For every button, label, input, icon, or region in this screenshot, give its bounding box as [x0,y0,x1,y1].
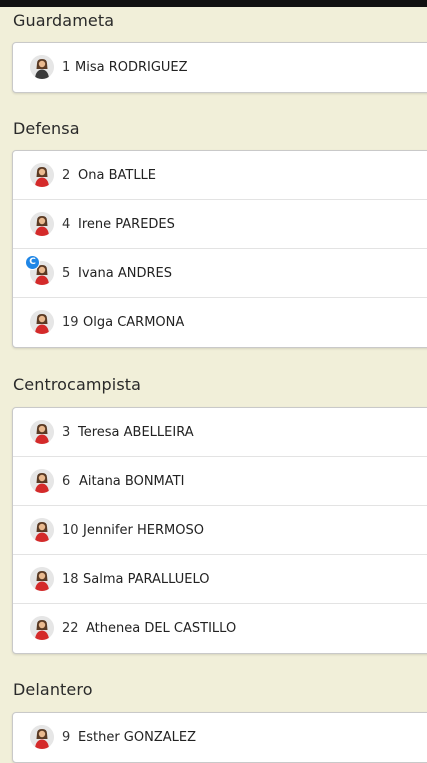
player-row[interactable]: 4 Irene PAREDES [13,200,427,249]
player-avatar [30,616,54,640]
player-avatar [30,55,54,79]
player-photo-icon [30,55,54,79]
player-row[interactable]: 1 Misa RODRIGUEZ [13,43,427,92]
player-row[interactable]: 6 Aitana BONMATI [13,457,427,506]
player-photo-icon [30,212,54,236]
player-name: Ona BATLLE [78,167,157,183]
player-photo-icon [30,518,54,542]
player-avatar [30,567,54,591]
player-name: Irene PAREDES [78,216,175,232]
player-row[interactable]: 22 Athenea DEL CASTILLO [13,604,427,653]
player-avatar [30,310,54,334]
player-avatar [30,725,54,749]
player-avatar [30,518,54,542]
player-number: 9 [62,730,71,745]
player-avatar [30,163,54,187]
player-number: 18 [62,571,79,587]
player-number: 1 [62,60,71,75]
player-photo-icon [30,469,54,493]
player-number: 2 [62,167,71,183]
player-photo-icon [30,163,54,187]
player-number: 6 [62,473,71,489]
player-row[interactable]: 9 Esther GONZALEZ [13,713,427,762]
top-status-bar [0,0,427,7]
section-title-forward: Delantero [13,680,93,699]
player-photo-icon [30,310,54,334]
player-number: 19 [62,315,79,330]
player-name: Teresa ABELLEIRA [78,424,194,440]
player-number: 4 [62,216,71,232]
player-name: Ivana ANDRES [78,265,172,281]
player-name: Misa RODRIGUEZ [75,60,188,75]
player-photo-icon [30,567,54,591]
player-name: Esther GONZALEZ [78,730,196,745]
section-title-goalkeeper: Guardameta [13,11,115,30]
player-name: Jennifer HERMOSO [83,522,204,538]
section-title-midfield: Centrocampista [13,375,142,394]
goalkeeper-card: 1 Misa RODRIGUEZ [12,42,427,93]
player-row[interactable]: C 5 Ivana ANDRES [13,249,427,298]
player-number: 10 [62,522,79,538]
forward-card: 9 Esther GONZALEZ [12,712,427,763]
captain-badge-icon: C [25,255,40,270]
player-name: Athenea DEL CASTILLO [86,621,237,636]
player-name: Aitana BONMATI [79,473,185,489]
player-number: 5 [62,265,71,281]
player-avatar [30,420,54,444]
player-row[interactable]: 19 Olga CARMONA [13,298,427,347]
player-number: 3 [62,424,71,440]
defense-card: 2 Ona BATLLE 4 Irene PAREDES C 5 Ivana A… [12,150,427,348]
midfield-card: 3 Teresa ABELLEIRA 6 Aitana BONMATI 10 J… [12,407,427,654]
player-name: Olga CARMONA [83,315,185,330]
player-avatar [30,469,54,493]
player-name: Salma PARALLUELO [83,571,210,587]
player-photo-icon [30,420,54,444]
player-row[interactable]: 3 Teresa ABELLEIRA [13,408,427,457]
section-title-defense: Defensa [13,119,80,138]
player-photo-icon [30,725,54,749]
player-row[interactable]: 18 Salma PARALLUELO [13,555,427,604]
player-photo-icon [30,616,54,640]
player-avatar [30,212,54,236]
player-row[interactable]: 10 Jennifer HERMOSO [13,506,427,555]
player-number: 22 [62,621,79,636]
player-row[interactable]: 2 Ona BATLLE [13,151,427,200]
